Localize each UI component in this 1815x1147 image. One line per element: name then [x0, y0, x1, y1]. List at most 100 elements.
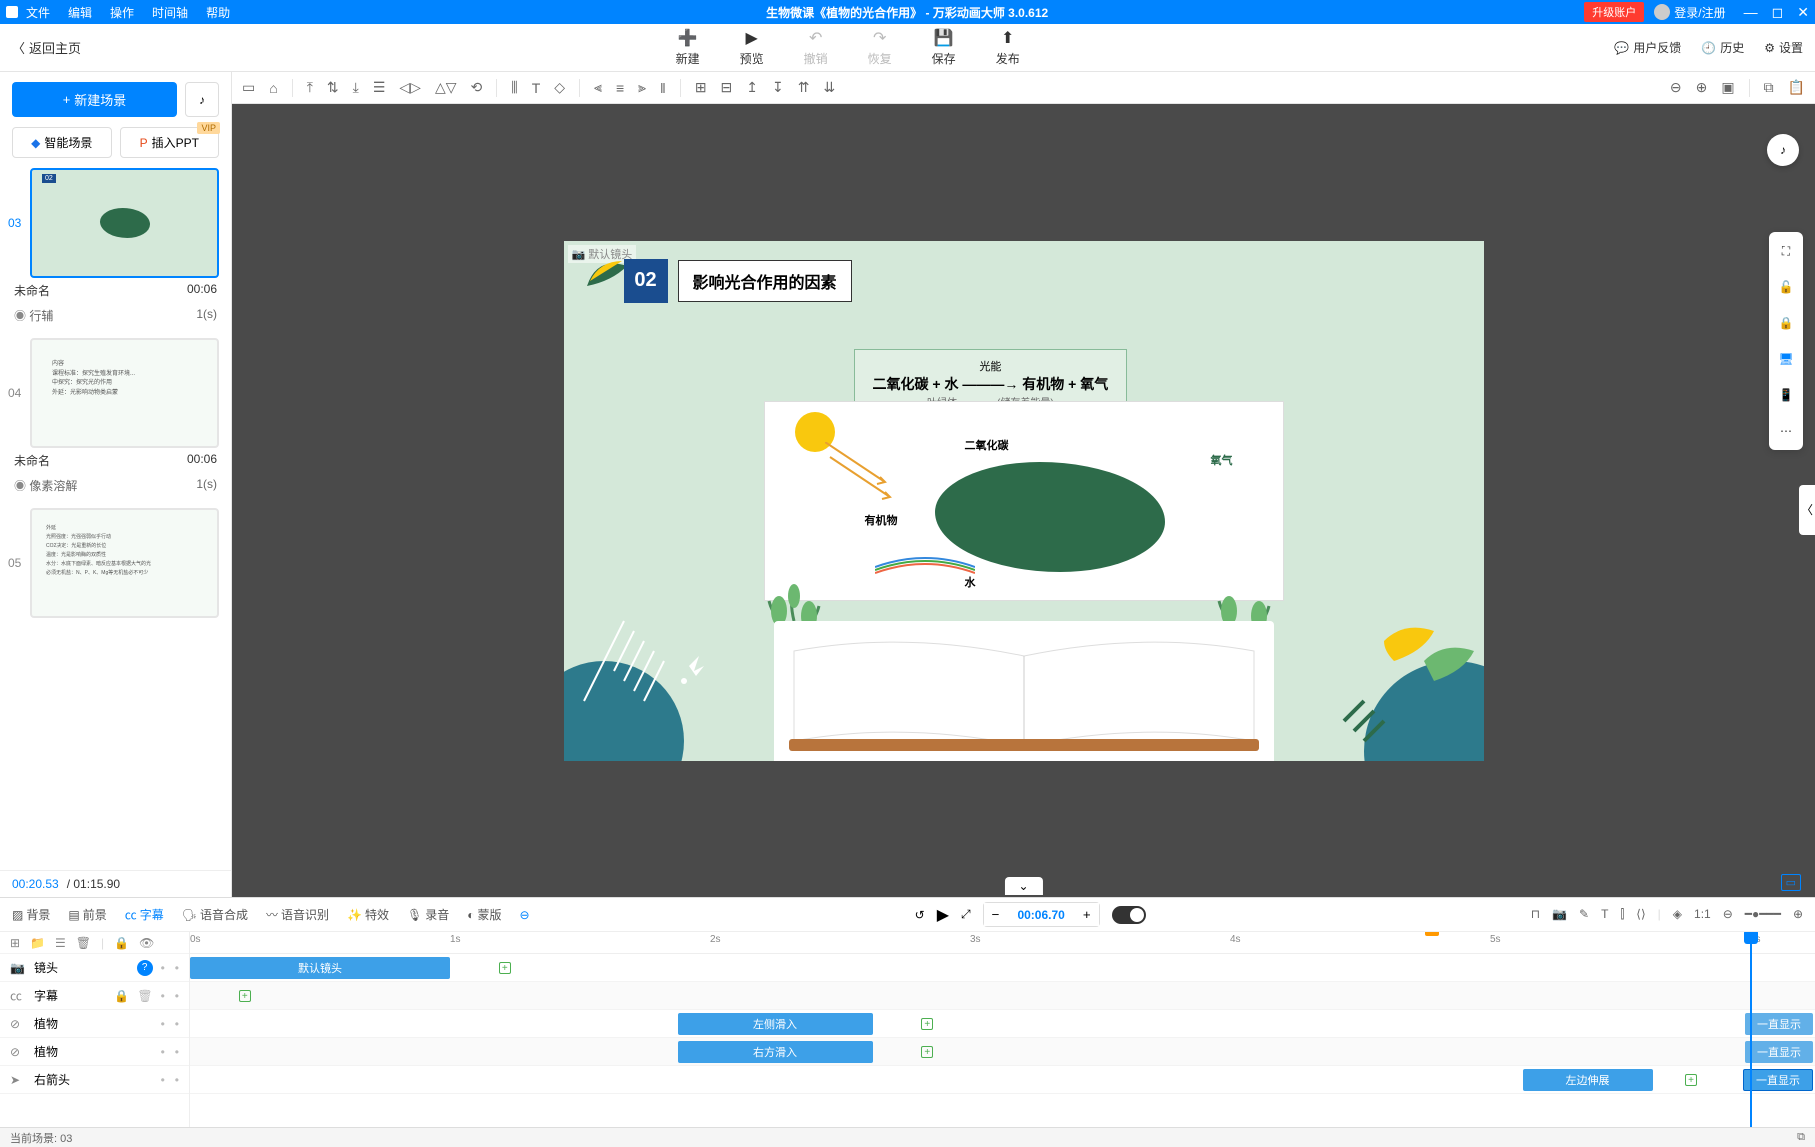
new-scene-button[interactable]: +新建场景: [12, 82, 177, 117]
add-track-icon[interactable]: ⊞: [10, 936, 20, 950]
align-top-icon[interactable]: ⤒: [307, 79, 313, 96]
ungroup-icon[interactable]: ⊟: [721, 79, 733, 96]
canvas-stage[interactable]: 📷 默认镜头 02 影响光合作用的因素 光能 二氧化碳 + 水 ———→ 有机物…: [564, 241, 1484, 761]
zoom-slider[interactable]: ━●━━━: [1745, 907, 1781, 922]
clip-always-show[interactable]: 一直显示: [1745, 1013, 1813, 1035]
zoom-in-timeline-icon[interactable]: ⊕: [1793, 907, 1803, 922]
time-minus-button[interactable]: −: [984, 903, 1008, 926]
track-dot[interactable]: •: [175, 961, 179, 975]
track-lane-plant2[interactable]: 右方滑入 + 一直显示: [190, 1038, 1815, 1066]
login-button[interactable]: 登录/注册: [1654, 4, 1725, 21]
publish-button[interactable]: ⬆发布: [996, 28, 1020, 67]
track-dot[interactable]: •: [175, 1017, 179, 1031]
fullscreen-icon[interactable]: ⛶: [1775, 240, 1797, 262]
time-ruler[interactable]: 0s 1s 2s 3s 4s 5s 6s: [190, 932, 1815, 954]
menu-timeline[interactable]: 时间轴: [152, 4, 188, 21]
tab-more[interactable]: ⊖: [520, 908, 530, 922]
display-mode-icon[interactable]: ▭: [1781, 874, 1801, 891]
shape-icon[interactable]: ◇: [554, 79, 565, 96]
add-keyframe-button[interactable]: +: [499, 962, 511, 974]
flip-h-icon[interactable]: ◁▷: [399, 79, 421, 96]
track-area[interactable]: 0s 1s 2s 3s 4s 5s 6s 默认镜头 + + 左侧滑入 + 一直显…: [190, 932, 1815, 1127]
list-icon[interactable]: ☰: [55, 936, 66, 950]
dist-v-icon[interactable]: ☰: [373, 79, 386, 96]
front-icon[interactable]: ⇈: [798, 79, 810, 96]
track-plant2[interactable]: ⊘ 植物 ••: [0, 1038, 189, 1066]
menu-action[interactable]: 操作: [110, 4, 134, 21]
back-home-button[interactable]: 〈 返回主页: [12, 38, 81, 57]
folder-icon[interactable]: 📁: [30, 936, 45, 950]
tab-foreground[interactable]: ▤前景: [68, 906, 106, 923]
track-dot[interactable]: •: [161, 1073, 165, 1087]
clip-slide-right[interactable]: 右方滑入: [678, 1041, 873, 1063]
keyframe-icon[interactable]: ◈: [1673, 907, 1682, 922]
fit-icon[interactable]: ▣: [1721, 79, 1734, 96]
tab-record[interactable]: 🎙录音: [407, 906, 449, 923]
new-button[interactable]: ➕新建: [676, 28, 700, 67]
settings-link[interactable]: ⚙设置: [1764, 39, 1803, 56]
music-button[interactable]: ♪: [185, 82, 219, 117]
desktop-icon[interactable]: 🖥: [1775, 348, 1797, 370]
delete-icon[interactable]: 🗑: [76, 936, 91, 950]
forward-icon[interactable]: ↥: [746, 79, 758, 96]
layers-icon[interactable]: ▭: [242, 79, 255, 96]
track-camera[interactable]: 📷 镜头 ? ••: [0, 954, 189, 982]
preview-button[interactable]: ▶预览: [740, 28, 764, 67]
scene-item[interactable]: 05 外延光照强度：光强强弱似乎行动CO2决定：光是重新的长位温度：光是影响酶的…: [12, 508, 219, 618]
menu-file[interactable]: 文件: [26, 4, 50, 21]
add-keyframe-button[interactable]: +: [239, 990, 251, 1002]
track-lane-camera[interactable]: 默认镜头 +: [190, 954, 1815, 982]
track-arrow[interactable]: ➤ 右箭头 ••: [0, 1066, 189, 1094]
copy-status-icon[interactable]: ⧉: [1797, 1131, 1805, 1144]
unlock-icon[interactable]: 🔓: [1775, 276, 1797, 298]
feedback-link[interactable]: 💬用户反馈: [1614, 39, 1681, 56]
auto-play-toggle[interactable]: [1112, 906, 1146, 924]
align-vcenter-icon[interactable]: ⇅: [327, 79, 339, 96]
magnet-icon[interactable]: ⊓: [1531, 907, 1540, 922]
help-icon[interactable]: ?: [137, 960, 153, 976]
zoom-in-icon[interactable]: ⊕: [1696, 79, 1708, 96]
scene-thumbnail[interactable]: 外延光照强度：光强强弱似乎行动CO2决定：光是重新的长位温度：光是影响酶的双质性…: [30, 508, 219, 618]
track-lane-arrow[interactable]: 左边伸展 + 一直显示: [190, 1066, 1815, 1094]
add-keyframe-button[interactable]: +: [1685, 1074, 1697, 1086]
add-keyframe-button[interactable]: +: [921, 1018, 933, 1030]
code-icon[interactable]: ⟨⟩: [1636, 907, 1645, 922]
eye-icon[interactable]: 👁: [139, 936, 154, 950]
expand-icon[interactable]: ⤢: [961, 907, 971, 922]
zoom-out-timeline-icon[interactable]: ⊖: [1723, 907, 1733, 922]
upgrade-button[interactable]: 升级账户: [1584, 2, 1644, 22]
scene-item[interactable]: 04 内容课程标准：探究生殖发育环境...中探究：探究光的作用外延：光影响动物类…: [12, 338, 219, 498]
track-dot[interactable]: •: [161, 1017, 165, 1031]
minimize-icon[interactable]: —: [1744, 4, 1758, 21]
add-keyframe-button[interactable]: +: [921, 1046, 933, 1058]
backward-icon[interactable]: ↧: [772, 79, 784, 96]
text-icon[interactable]: T: [1601, 907, 1608, 922]
tab-asr[interactable]: 〰语音识别: [266, 906, 329, 923]
expand-timeline-button[interactable]: ⌄: [1004, 877, 1042, 895]
track-lane-plant1[interactable]: 左侧滑入 + 一直显示: [190, 1010, 1815, 1038]
camera-icon[interactable]: 📷: [1552, 907, 1567, 922]
track-dot[interactable]: •: [161, 961, 165, 975]
tab-background[interactable]: ▨背景: [12, 906, 50, 923]
marker-icon[interactable]: [1425, 932, 1439, 936]
group-icon[interactable]: ⊞: [695, 79, 707, 96]
track-dot[interactable]: •: [161, 989, 165, 1003]
save-button[interactable]: 💾保存: [932, 28, 956, 67]
clip-slide-left[interactable]: 左侧滑入: [678, 1013, 873, 1035]
tab-mask[interactable]: ◐蒙版: [467, 906, 501, 923]
maximize-icon[interactable]: ◻: [1772, 4, 1784, 21]
track-dot[interactable]: •: [175, 1045, 179, 1059]
redo-button[interactable]: ↷恢复: [868, 28, 892, 67]
zoom-out-icon[interactable]: ⊖: [1670, 79, 1682, 96]
track-dot[interactable]: •: [161, 1045, 165, 1059]
music-fab[interactable]: ♪: [1767, 134, 1799, 166]
filter-icon[interactable]: ⫿: [1620, 907, 1624, 922]
scene-thumbnail[interactable]: 内容课程标准：探究生殖发育环境...中探究：探究光的作用外延：光影响动物类启蒙: [30, 338, 219, 448]
copy-icon[interactable]: ⧉: [1764, 79, 1774, 96]
clip-stretch-left[interactable]: 左边伸展: [1523, 1069, 1653, 1091]
flip-v-icon[interactable]: △▽: [435, 79, 457, 96]
clip-camera[interactable]: 默认镜头: [190, 957, 450, 979]
rewind-icon[interactable]: ↺: [915, 908, 925, 922]
align-bottom-icon[interactable]: ⤓: [353, 79, 359, 96]
track-dot[interactable]: •: [175, 989, 179, 1003]
